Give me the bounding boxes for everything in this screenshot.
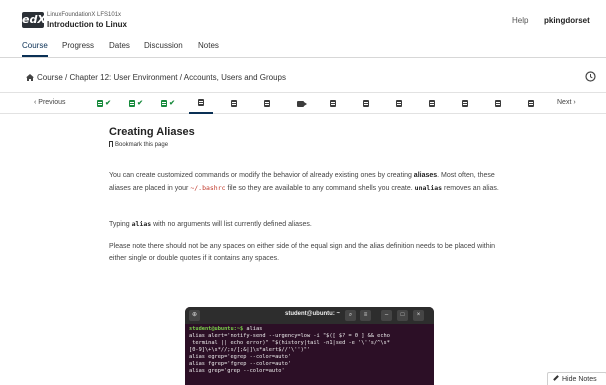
document-icon [396, 100, 402, 107]
terminal-line: [0-9]\+\s*//;s/[;&|]\s*alert$//'\'')"' [189, 347, 311, 353]
maximize-icon: □ [397, 310, 408, 321]
breadcrumb: Course / Chapter 12: User Environment / … [26, 73, 286, 82]
term-aliases: aliases [413, 172, 438, 179]
unit-7-video[interactable] [288, 93, 312, 114]
terminal-line: alias fgrep='fgrep --color=auto' [189, 361, 292, 367]
search-icon: ⌕ [345, 310, 356, 321]
unit-4-current[interactable] [189, 93, 213, 114]
unit-9[interactable] [354, 93, 378, 114]
document-icon [161, 100, 168, 107]
code-alias: alias [131, 220, 152, 228]
bookmark-button[interactable]: Bookmark this page [109, 141, 168, 148]
minimize-icon: – [381, 310, 392, 321]
unit-13[interactable] [486, 93, 510, 114]
clock-icon[interactable] [585, 71, 596, 82]
terminal-line: alias grep='grep --color=auto' [189, 368, 285, 374]
document-icon [129, 100, 136, 107]
unit-14[interactable] [519, 93, 543, 114]
check-icon: ✔ [169, 100, 175, 107]
unit-title: Creating Aliases [109, 126, 195, 138]
document-icon [198, 99, 204, 106]
unit-5[interactable] [222, 93, 246, 114]
pencil-icon [553, 375, 559, 381]
code-bashrc: ~/.bashrc [190, 184, 226, 192]
text-span: with no arguments will list currently de… [151, 221, 312, 228]
menu-icon: ≡ [360, 310, 371, 321]
document-icon [231, 100, 237, 107]
tab-discussion[interactable]: Discussion [144, 41, 183, 55]
terminal-line: alias alert='notify-send --urgency=low -… [189, 333, 390, 339]
breadcrumb-text[interactable]: Course / Chapter 12: User Environment / … [37, 73, 286, 82]
text-span: Typing [109, 221, 132, 228]
edx-logo[interactable]: edX [22, 12, 46, 28]
next-button[interactable]: Next › [557, 99, 576, 106]
text-span: file so they are available to any comman… [225, 185, 415, 192]
unit-10[interactable] [387, 93, 411, 114]
top-header: edX LinuxFoundationX LFS101x Introductio… [0, 0, 606, 38]
text-span: removes an alias. [442, 185, 499, 192]
help-link[interactable]: Help [512, 16, 528, 25]
terminal-line: alias egrep='egrep --color=auto' [189, 354, 292, 360]
unit-11[interactable] [420, 93, 444, 114]
previous-button[interactable]: ‹ Previous [34, 99, 66, 106]
user-menu[interactable]: pkingdorset [544, 16, 590, 25]
tab-notes[interactable]: Notes [198, 41, 219, 55]
course-title: Introduction to Linux [47, 20, 127, 29]
tab-course[interactable]: Course [22, 41, 48, 57]
close-icon: × [413, 310, 424, 321]
document-icon [528, 100, 534, 107]
course-org: LinuxFoundationX LFS101x [47, 12, 122, 18]
document-icon [429, 100, 435, 107]
video-icon [296, 100, 307, 107]
tab-progress[interactable]: Progress [62, 41, 94, 55]
terminal-command: alias [243, 326, 263, 332]
code-unalias: unalias [414, 184, 443, 192]
hide-notes-button[interactable]: Hide Notes [547, 372, 606, 385]
document-icon [264, 100, 270, 107]
terminal-output: student@ubuntu:~$ alias alias alert='noti… [185, 324, 434, 377]
unit-8[interactable] [321, 93, 345, 114]
document-icon [363, 100, 369, 107]
new-tab-icon: ⊕ [189, 310, 200, 321]
unit-3-completed[interactable]: ✔ [156, 93, 180, 114]
hide-notes-label: Hide Notes [562, 376, 597, 383]
document-icon [495, 100, 501, 107]
bookmark-label: Bookmark this page [115, 142, 169, 148]
terminal-line-prompt: student@ubuntu:~$ alias [189, 326, 430, 333]
document-icon [97, 100, 104, 107]
unit-2-completed[interactable]: ✔ [124, 93, 148, 114]
terminal-line: terminal || echo error)" "$(history|tail… [189, 340, 390, 346]
terminal-title: student@ubuntu: ~ [285, 311, 341, 317]
home-icon[interactable] [26, 74, 34, 81]
check-icon: ✔ [105, 100, 111, 107]
tab-dates[interactable]: Dates [109, 41, 130, 55]
unit-12[interactable] [453, 93, 477, 114]
unit-1-completed[interactable]: ✔ [92, 93, 116, 114]
paragraph-alias-list: Typing alias with no arguments will list… [109, 218, 509, 231]
paragraph-alias-note: Please note there should not be any spac… [109, 243, 496, 262]
unit-6[interactable] [255, 93, 279, 114]
check-icon: ✔ [137, 100, 143, 107]
bookmark-icon [109, 141, 113, 147]
paragraph-aliases-intro: You can create customized commands or mo… [109, 170, 509, 195]
course-tabs: Course Progress Dates Discussion Notes [0, 38, 606, 58]
document-icon [462, 100, 468, 107]
sequence-navigation: ‹ Previous ✔ ✔ ✔ Next › [0, 92, 606, 114]
document-icon [330, 100, 336, 107]
terminal-screenshot: ⊕ student@ubuntu: ~ ⌕ ≡ – □ × student@ub… [185, 307, 434, 385]
text-span: You can create customized commands or mo… [109, 172, 414, 179]
terminal-prompt: student@ubuntu:~$ [189, 326, 244, 332]
terminal-titlebar: ⊕ student@ubuntu: ~ ⌕ ≡ – □ × [185, 307, 434, 324]
